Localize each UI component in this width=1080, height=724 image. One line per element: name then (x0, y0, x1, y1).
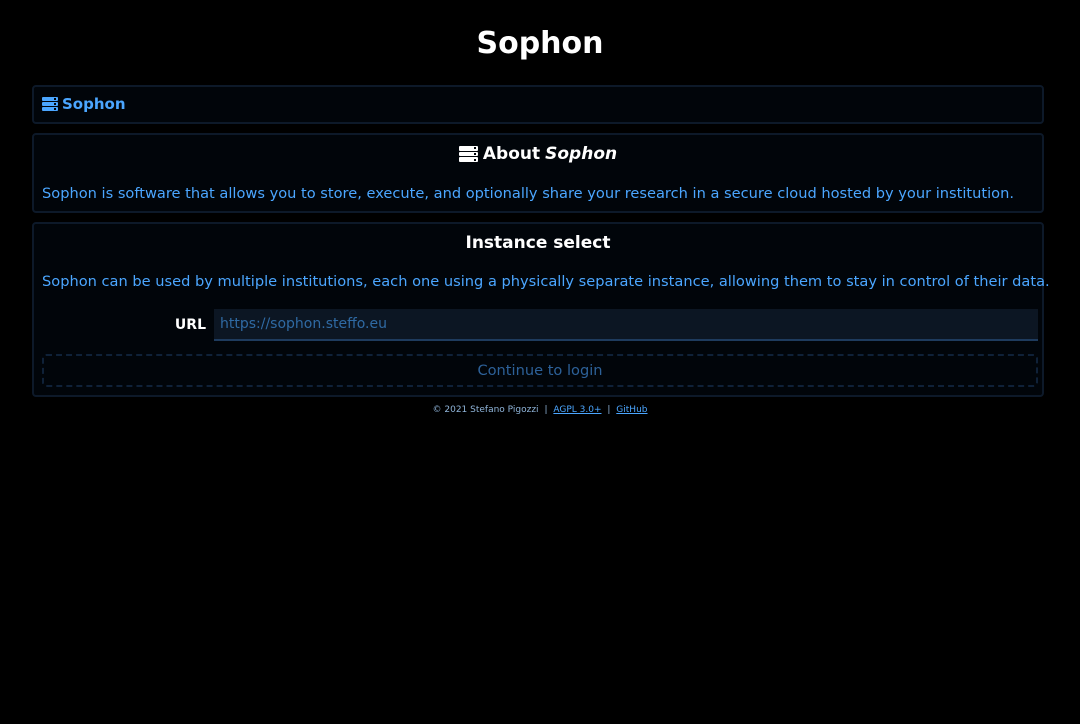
instance-select-heading: Instance select (465, 233, 611, 253)
footer-separator: | (544, 405, 548, 415)
about-heading-name: Sophon (545, 144, 618, 164)
about-text: Sophon is software that allows you to st… (42, 185, 1014, 202)
footer: © 2021 Stefano Pigozzi | AGPL 3.0+ | Git… (0, 405, 1080, 415)
footer-copyright: © 2021 Stefano Pigozzi (432, 405, 539, 415)
url-label: URL (174, 317, 206, 333)
breadcrumb[interactable]: Sophon (42, 95, 126, 113)
about-panel: About Sophon Sophon is software that all… (32, 133, 1044, 213)
page: Sophon Sophon About Sophon Sophon is sof… (0, 0, 1080, 724)
instance-select-panel: Instance select Sophon can be used by mu… (32, 222, 1050, 397)
about-heading-prefix: About (482, 144, 541, 164)
url-field-row: URL (42, 309, 1038, 341)
continue-to-login-button[interactable]: Continue to login (42, 354, 1038, 387)
github-link[interactable]: GitHub (616, 405, 647, 415)
instance-select-text: Sophon can be used by multiple instituti… (42, 273, 1050, 290)
footer-separator: | (607, 405, 611, 415)
server-icon (458, 146, 478, 162)
url-input[interactable] (214, 309, 1038, 341)
breadcrumb-label: Sophon (62, 95, 126, 113)
about-heading: About Sophon (34, 144, 1042, 164)
server-icon (42, 97, 58, 111)
breadcrumb-panel: Sophon (32, 85, 1044, 124)
license-link[interactable]: AGPL 3.0+ (553, 405, 601, 415)
page-title: Sophon (476, 26, 604, 61)
